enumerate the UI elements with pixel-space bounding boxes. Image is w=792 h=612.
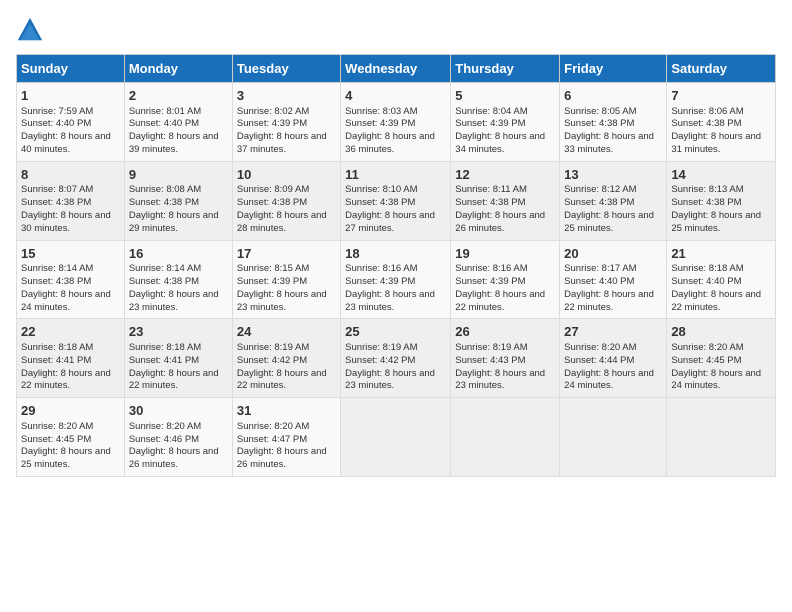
calendar-cell: 30Sunrise: 8:20 AMSunset: 4:46 PMDayligh…	[124, 398, 232, 477]
day-number: 1	[21, 87, 120, 105]
calendar-week-row: 15Sunrise: 8:14 AMSunset: 4:38 PMDayligh…	[17, 240, 776, 319]
calendar-cell: 7Sunrise: 8:06 AMSunset: 4:38 PMDaylight…	[667, 83, 776, 162]
day-number: 5	[455, 87, 555, 105]
weekday-header-sunday: Sunday	[17, 55, 125, 83]
day-number: 22	[21, 323, 120, 341]
calendar-cell: 25Sunrise: 8:19 AMSunset: 4:42 PMDayligh…	[341, 319, 451, 398]
day-number: 24	[237, 323, 336, 341]
weekday-header-wednesday: Wednesday	[341, 55, 451, 83]
calendar-cell: 29Sunrise: 8:20 AMSunset: 4:45 PMDayligh…	[17, 398, 125, 477]
day-number: 11	[345, 166, 446, 184]
calendar-cell: 22Sunrise: 8:18 AMSunset: 4:41 PMDayligh…	[17, 319, 125, 398]
calendar-cell: 27Sunrise: 8:20 AMSunset: 4:44 PMDayligh…	[560, 319, 667, 398]
logo	[16, 16, 48, 44]
calendar-cell: 26Sunrise: 8:19 AMSunset: 4:43 PMDayligh…	[451, 319, 560, 398]
calendar-cell	[667, 398, 776, 477]
day-number: 27	[564, 323, 662, 341]
calendar-cell	[451, 398, 560, 477]
calendar-cell: 8Sunrise: 8:07 AMSunset: 4:38 PMDaylight…	[17, 161, 125, 240]
page-container: SundayMondayTuesdayWednesdayThursdayFrid…	[0, 0, 792, 485]
day-number: 30	[129, 402, 228, 420]
day-number: 15	[21, 245, 120, 263]
calendar-cell: 11Sunrise: 8:10 AMSunset: 4:38 PMDayligh…	[341, 161, 451, 240]
day-number: 21	[671, 245, 771, 263]
day-number: 7	[671, 87, 771, 105]
weekday-header-tuesday: Tuesday	[232, 55, 340, 83]
calendar-cell: 6Sunrise: 8:05 AMSunset: 4:38 PMDaylight…	[560, 83, 667, 162]
calendar-week-row: 1Sunrise: 7:59 AMSunset: 4:40 PMDaylight…	[17, 83, 776, 162]
day-number: 25	[345, 323, 446, 341]
day-number: 26	[455, 323, 555, 341]
day-number: 2	[129, 87, 228, 105]
calendar-week-row: 29Sunrise: 8:20 AMSunset: 4:45 PMDayligh…	[17, 398, 776, 477]
day-number: 6	[564, 87, 662, 105]
calendar-table: SundayMondayTuesdayWednesdayThursdayFrid…	[16, 54, 776, 477]
day-number: 28	[671, 323, 771, 341]
weekday-header-saturday: Saturday	[667, 55, 776, 83]
weekday-header-row: SundayMondayTuesdayWednesdayThursdayFrid…	[17, 55, 776, 83]
calendar-cell: 28Sunrise: 8:20 AMSunset: 4:45 PMDayligh…	[667, 319, 776, 398]
calendar-cell	[560, 398, 667, 477]
calendar-cell: 10Sunrise: 8:09 AMSunset: 4:38 PMDayligh…	[232, 161, 340, 240]
day-number: 23	[129, 323, 228, 341]
weekday-header-monday: Monday	[124, 55, 232, 83]
calendar-cell: 13Sunrise: 8:12 AMSunset: 4:38 PMDayligh…	[560, 161, 667, 240]
calendar-cell: 19Sunrise: 8:16 AMSunset: 4:39 PMDayligh…	[451, 240, 560, 319]
calendar-cell: 24Sunrise: 8:19 AMSunset: 4:42 PMDayligh…	[232, 319, 340, 398]
calendar-week-row: 22Sunrise: 8:18 AMSunset: 4:41 PMDayligh…	[17, 319, 776, 398]
day-number: 18	[345, 245, 446, 263]
calendar-cell: 31Sunrise: 8:20 AMSunset: 4:47 PMDayligh…	[232, 398, 340, 477]
calendar-cell: 4Sunrise: 8:03 AMSunset: 4:39 PMDaylight…	[341, 83, 451, 162]
calendar-week-row: 8Sunrise: 8:07 AMSunset: 4:38 PMDaylight…	[17, 161, 776, 240]
header	[16, 16, 776, 44]
calendar-cell: 14Sunrise: 8:13 AMSunset: 4:38 PMDayligh…	[667, 161, 776, 240]
calendar-cell: 21Sunrise: 8:18 AMSunset: 4:40 PMDayligh…	[667, 240, 776, 319]
calendar-cell: 18Sunrise: 8:16 AMSunset: 4:39 PMDayligh…	[341, 240, 451, 319]
day-number: 17	[237, 245, 336, 263]
calendar-cell: 1Sunrise: 7:59 AMSunset: 4:40 PMDaylight…	[17, 83, 125, 162]
day-number: 8	[21, 166, 120, 184]
calendar-cell: 16Sunrise: 8:14 AMSunset: 4:38 PMDayligh…	[124, 240, 232, 319]
logo-icon	[16, 16, 44, 44]
calendar-cell: 3Sunrise: 8:02 AMSunset: 4:39 PMDaylight…	[232, 83, 340, 162]
calendar-cell: 20Sunrise: 8:17 AMSunset: 4:40 PMDayligh…	[560, 240, 667, 319]
calendar-cell: 23Sunrise: 8:18 AMSunset: 4:41 PMDayligh…	[124, 319, 232, 398]
day-number: 31	[237, 402, 336, 420]
day-number: 9	[129, 166, 228, 184]
weekday-header-thursday: Thursday	[451, 55, 560, 83]
day-number: 19	[455, 245, 555, 263]
day-number: 13	[564, 166, 662, 184]
day-number: 14	[671, 166, 771, 184]
calendar-cell	[341, 398, 451, 477]
weekday-header-friday: Friday	[560, 55, 667, 83]
day-number: 16	[129, 245, 228, 263]
day-number: 4	[345, 87, 446, 105]
calendar-cell: 2Sunrise: 8:01 AMSunset: 4:40 PMDaylight…	[124, 83, 232, 162]
calendar-cell: 12Sunrise: 8:11 AMSunset: 4:38 PMDayligh…	[451, 161, 560, 240]
calendar-cell: 5Sunrise: 8:04 AMSunset: 4:39 PMDaylight…	[451, 83, 560, 162]
calendar-cell: 15Sunrise: 8:14 AMSunset: 4:38 PMDayligh…	[17, 240, 125, 319]
day-number: 29	[21, 402, 120, 420]
day-number: 20	[564, 245, 662, 263]
calendar-cell: 9Sunrise: 8:08 AMSunset: 4:38 PMDaylight…	[124, 161, 232, 240]
calendar-cell: 17Sunrise: 8:15 AMSunset: 4:39 PMDayligh…	[232, 240, 340, 319]
day-number: 10	[237, 166, 336, 184]
day-number: 3	[237, 87, 336, 105]
day-number: 12	[455, 166, 555, 184]
